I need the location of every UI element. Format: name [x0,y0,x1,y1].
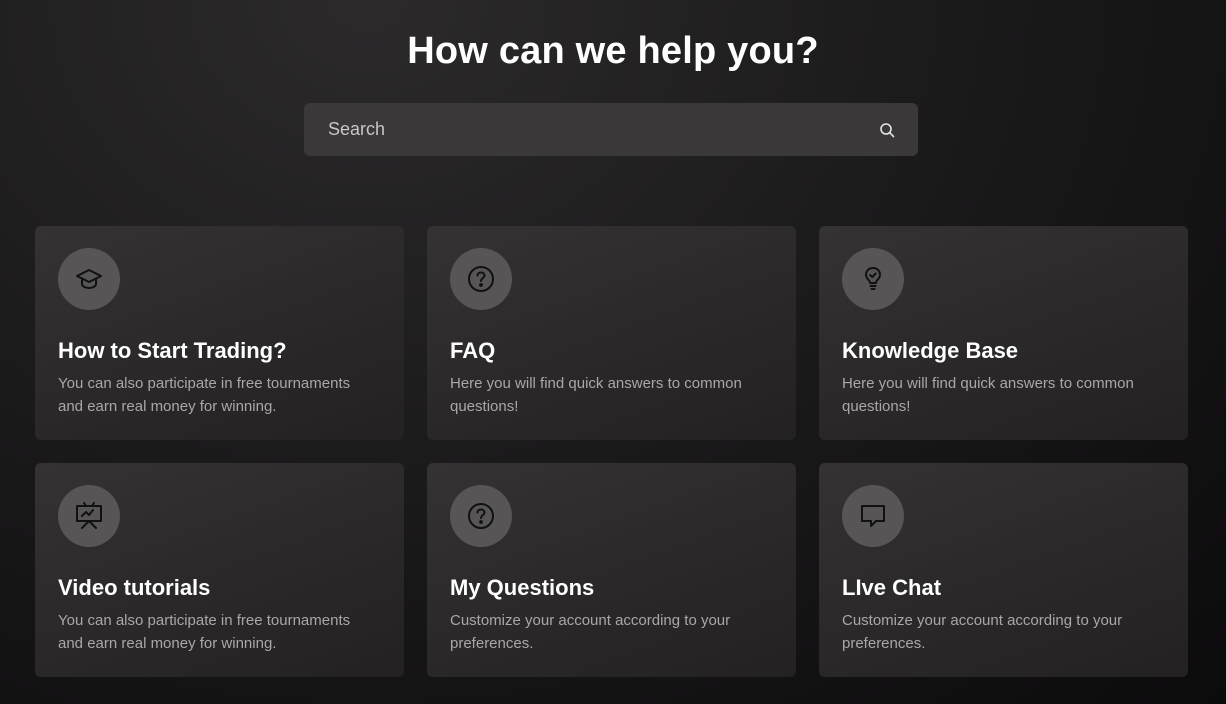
search-input[interactable] [326,118,878,141]
card-description: You can also participate in free tournam… [58,375,351,415]
page-title: How can we help you? [407,30,819,72]
card-live-chat[interactable]: LIve Chat Customize your account accordi… [819,463,1188,677]
card-title: LIve Chat [842,575,942,600]
card-title: Video tutorials [58,575,211,600]
chat-bubble-icon [842,485,904,547]
card-how-to-start-trading[interactable]: How to Start Trading? You can also parti… [35,226,404,440]
card-title: FAQ [450,338,496,363]
lightbulb-icon [842,248,904,310]
card-description: Here you will find quick answers to comm… [842,375,1134,415]
card-knowledge-base[interactable]: Knowledge Base Here you will find quick … [819,226,1188,440]
card-title: My Questions [450,575,595,600]
search-icon[interactable] [878,121,896,139]
question-circle-icon [450,248,512,310]
card-description: Customize your account according to your… [842,612,1123,652]
card-my-questions[interactable]: My Questions Customize your account acco… [427,463,796,677]
card-description: Here you will find quick answers to comm… [450,375,742,415]
card-video-tutorials[interactable]: Video tutorials You can also participate… [35,463,404,677]
card-description: You can also participate in free tournam… [58,612,351,652]
search-bar[interactable] [304,103,918,156]
graduation-cap-icon [58,248,120,310]
card-title: How to Start Trading? [58,338,287,363]
card-description: Customize your account according to your… [450,612,731,652]
presentation-board-icon [58,485,120,547]
question-circle-icon [450,485,512,547]
card-title: Knowledge Base [842,338,1019,363]
help-cards-grid: How to Start Trading? You can also parti… [35,226,1188,677]
card-faq[interactable]: FAQ Here you will find quick answers to … [427,226,796,440]
